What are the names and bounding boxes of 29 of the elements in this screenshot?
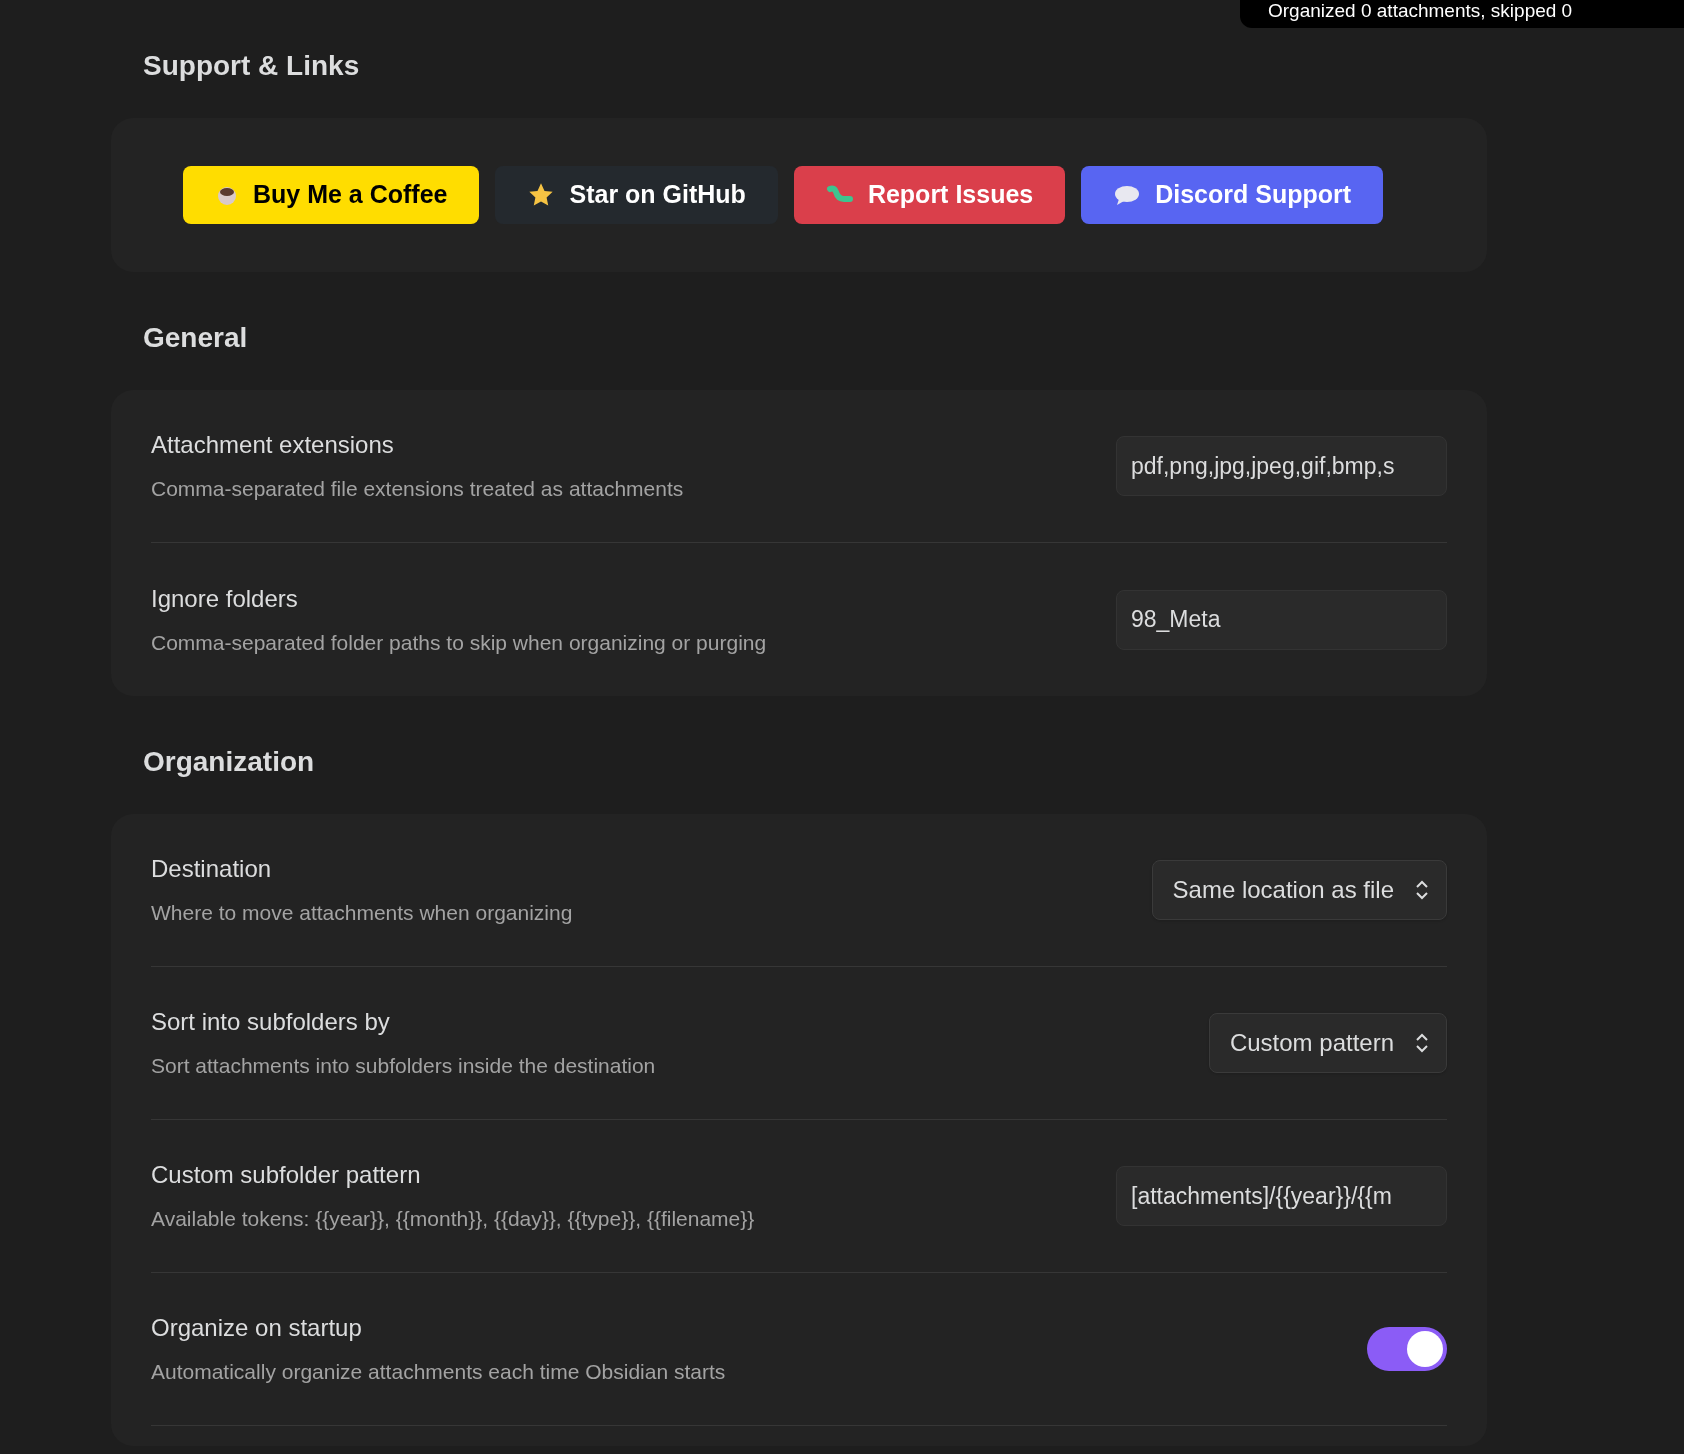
speech-bubble-icon xyxy=(1113,183,1142,207)
link-button[interactable]: Buy Me a Coffee xyxy=(183,166,480,224)
text-field[interactable]: [attachments]/{{year}}/{{m xyxy=(1116,1166,1447,1226)
setting-name: Destination xyxy=(151,854,273,885)
section-heading: Support & Links xyxy=(142,49,361,83)
notification-text: Organized 0 attachments, skipped 0 xyxy=(1268,0,1574,22)
text-field[interactable]: 98_Meta xyxy=(1116,589,1447,650)
dropdown-select[interactable]: Same location as file xyxy=(1151,860,1447,920)
text-field[interactable]: pdf,png,jpg,jpeg,gif,bmp,s xyxy=(1116,436,1447,496)
chevron-up-down-icon xyxy=(1414,878,1430,902)
setting-name: Sort into subfolders by xyxy=(151,1007,391,1038)
chevron-up-down-icon xyxy=(1414,1031,1430,1055)
setting-name: Organize on startup xyxy=(151,1313,363,1344)
setting-name: Attachment extensions xyxy=(151,430,395,461)
link-button[interactable]: Report Issues xyxy=(793,166,1066,224)
toggle-switch[interactable] xyxy=(1367,1327,1447,1371)
setting-description: Comma-separated folder paths to skip when organizing or purging xyxy=(151,629,767,656)
setting-name: Custom subfolder pattern xyxy=(151,1160,422,1191)
setting-description: Sort attachments into subfolders inside the destination xyxy=(151,1053,656,1080)
dropdown-select[interactable]: Custom pattern xyxy=(1208,1013,1447,1073)
link-button[interactable]: Star on GitHub xyxy=(495,166,778,224)
setting-description: Comma-separated file extensions treated as attachments xyxy=(151,476,684,503)
setting-description: Automatically organize attachments each time Obsidian starts xyxy=(151,1359,726,1386)
section-heading: General xyxy=(142,321,249,355)
setting-description: Available tokens: {{year}}, {{month}}, {{day}}, {{type}}, {{filename}} xyxy=(151,1206,755,1233)
setting-description: Where to move attachments when organizing xyxy=(151,900,573,927)
setting-name: Ignore folders xyxy=(151,583,299,614)
section-heading: Organization xyxy=(142,745,316,779)
link-button[interactable]: Discord Support xyxy=(1081,166,1384,224)
